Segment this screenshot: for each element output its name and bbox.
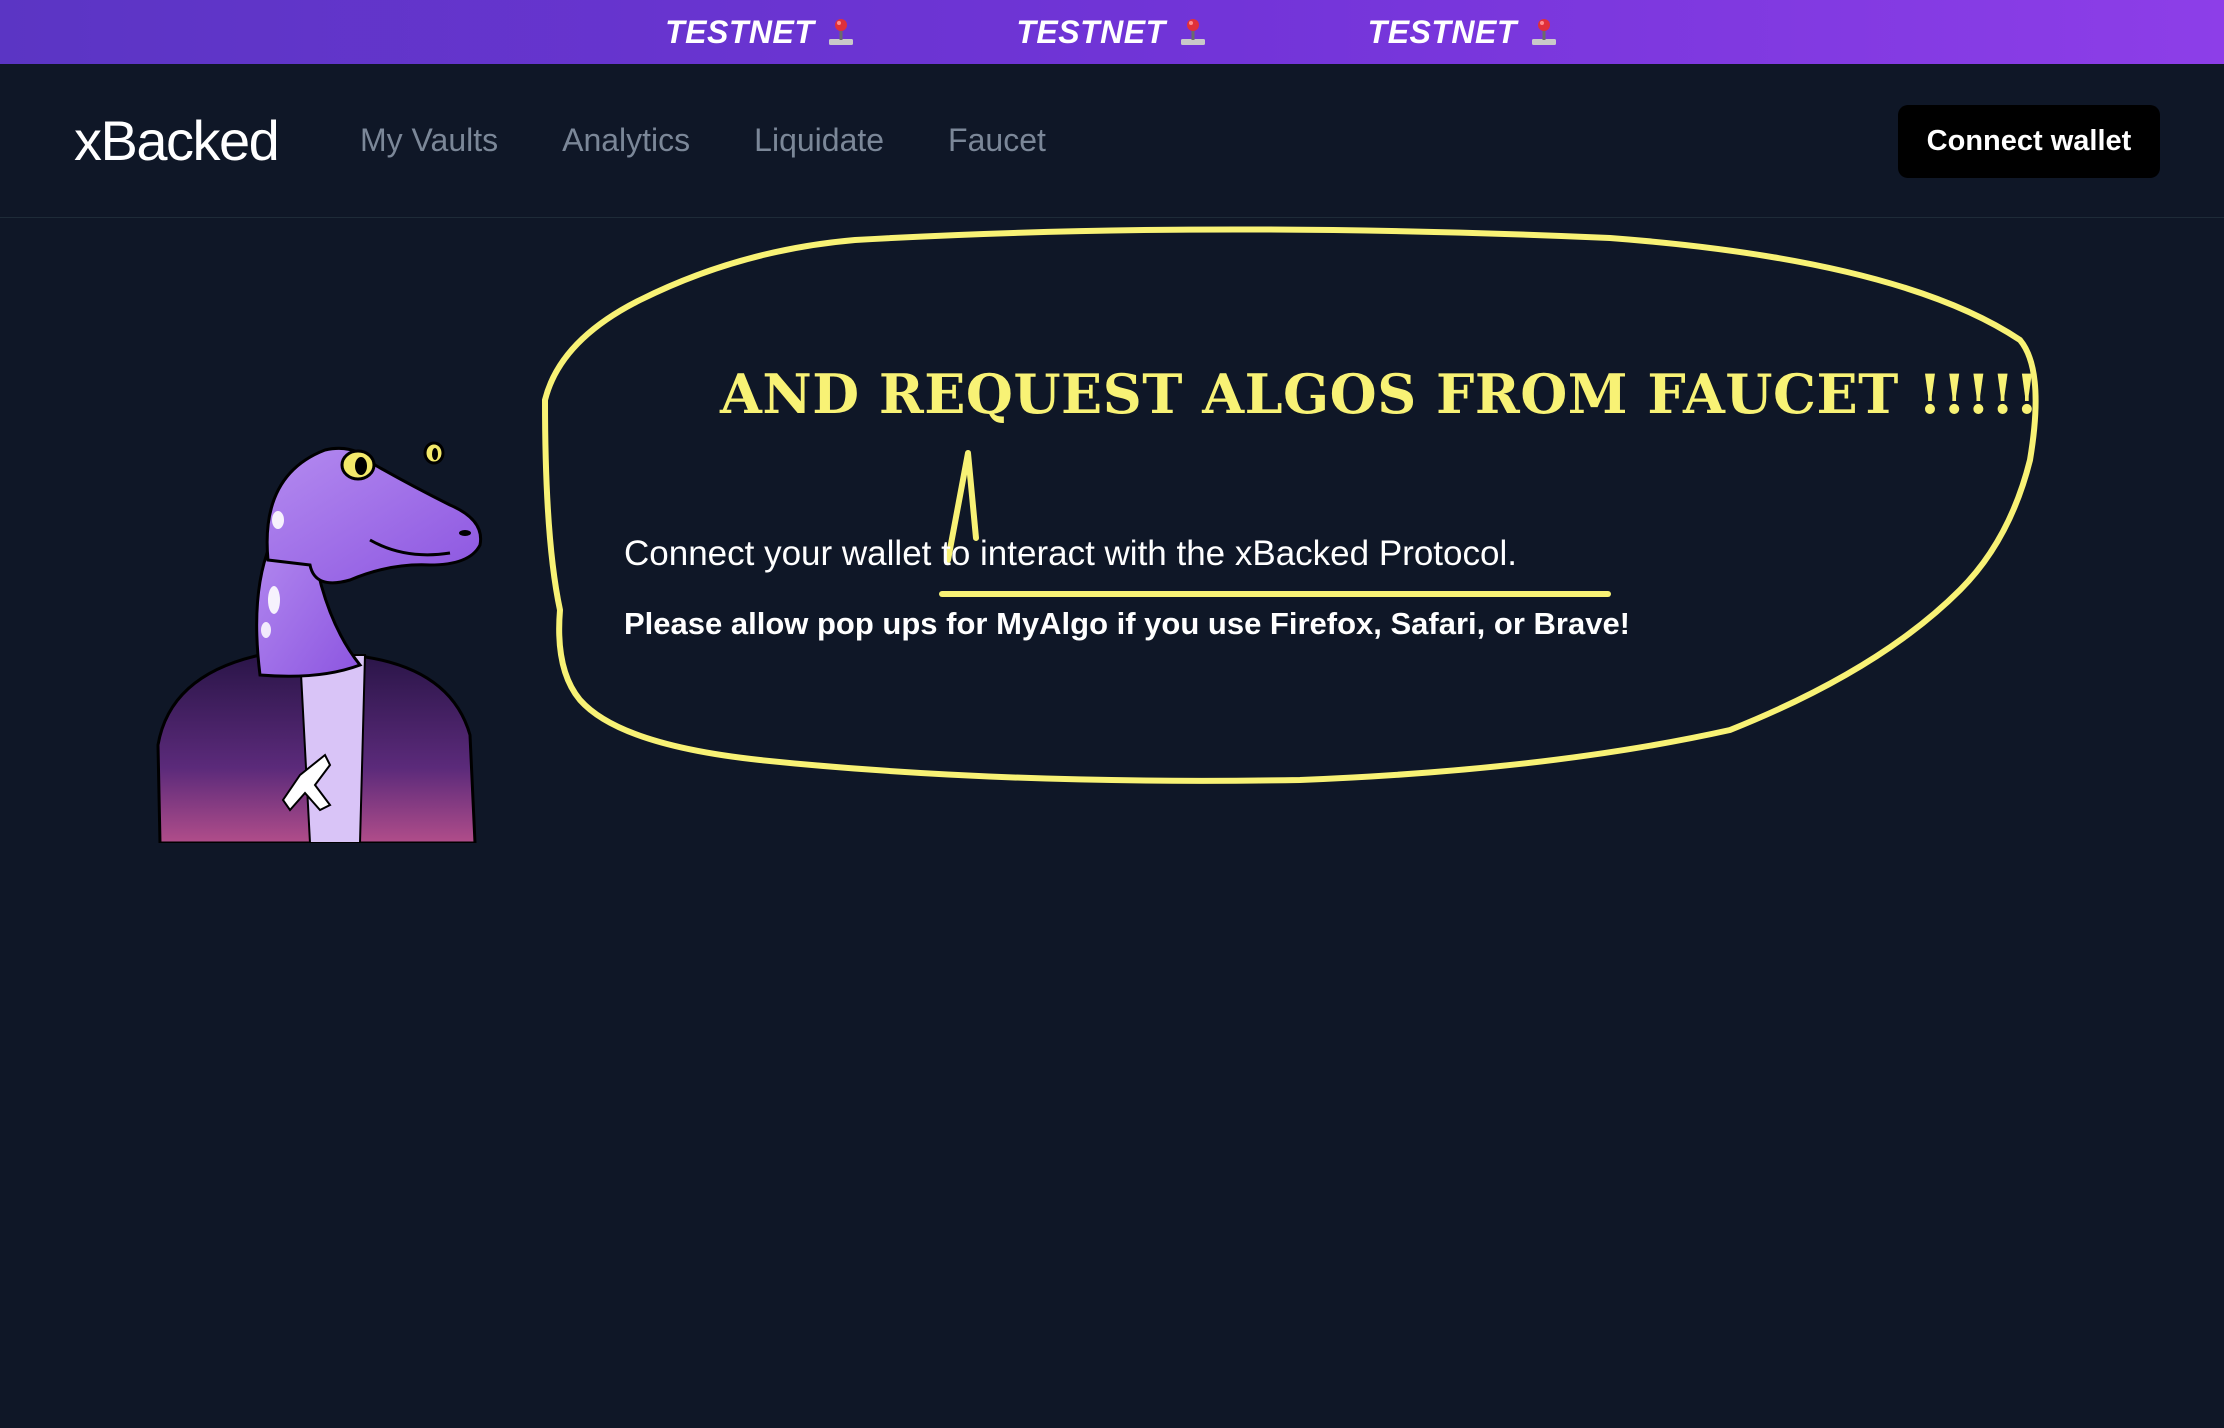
testnet-label: TESTNET bbox=[665, 14, 856, 51]
testnet-text: TESTNET bbox=[1367, 13, 1517, 50]
nav-link-faucet[interactable]: Faucet bbox=[948, 122, 1046, 159]
joystick-icon bbox=[829, 19, 854, 45]
connect-wallet-button[interactable]: Connect wallet bbox=[1898, 105, 2160, 178]
faucet-annotation-text: AND REQUEST ALGOS FROM FAUCET !!!!! bbox=[720, 362, 2040, 426]
brand-logo[interactable]: xBacked bbox=[74, 108, 280, 173]
nav-link-analytics[interactable]: Analytics bbox=[562, 122, 690, 159]
testnet-label: TESTNET bbox=[1016, 14, 1207, 51]
popup-warning-message: Please allow pop ups for MyAlgo if you u… bbox=[624, 606, 1631, 641]
nav-links: My Vaults Analytics Liquidate Faucet bbox=[360, 122, 1110, 159]
testnet-text: TESTNET bbox=[1016, 13, 1166, 50]
top-navbar: xBacked My Vaults Analytics Liquidate Fa… bbox=[0, 64, 2224, 218]
app-root: TESTNET TESTNET TESTNET xBacked My Vault… bbox=[0, 0, 2224, 1428]
joystick-icon bbox=[1180, 19, 1205, 45]
testnet-banner: TESTNET TESTNET TESTNET bbox=[0, 0, 2224, 64]
nav-link-liquidate[interactable]: Liquidate bbox=[754, 122, 884, 159]
joystick-icon bbox=[1531, 19, 1556, 45]
connect-wallet-message: Connect your wallet to interact with the… bbox=[624, 534, 1517, 573]
lizard-mascot-illustration bbox=[156, 441, 483, 843]
testnet-text: TESTNET bbox=[665, 13, 815, 50]
nav-link-my-vaults[interactable]: My Vaults bbox=[360, 122, 498, 159]
testnet-label: TESTNET bbox=[1368, 14, 1559, 51]
